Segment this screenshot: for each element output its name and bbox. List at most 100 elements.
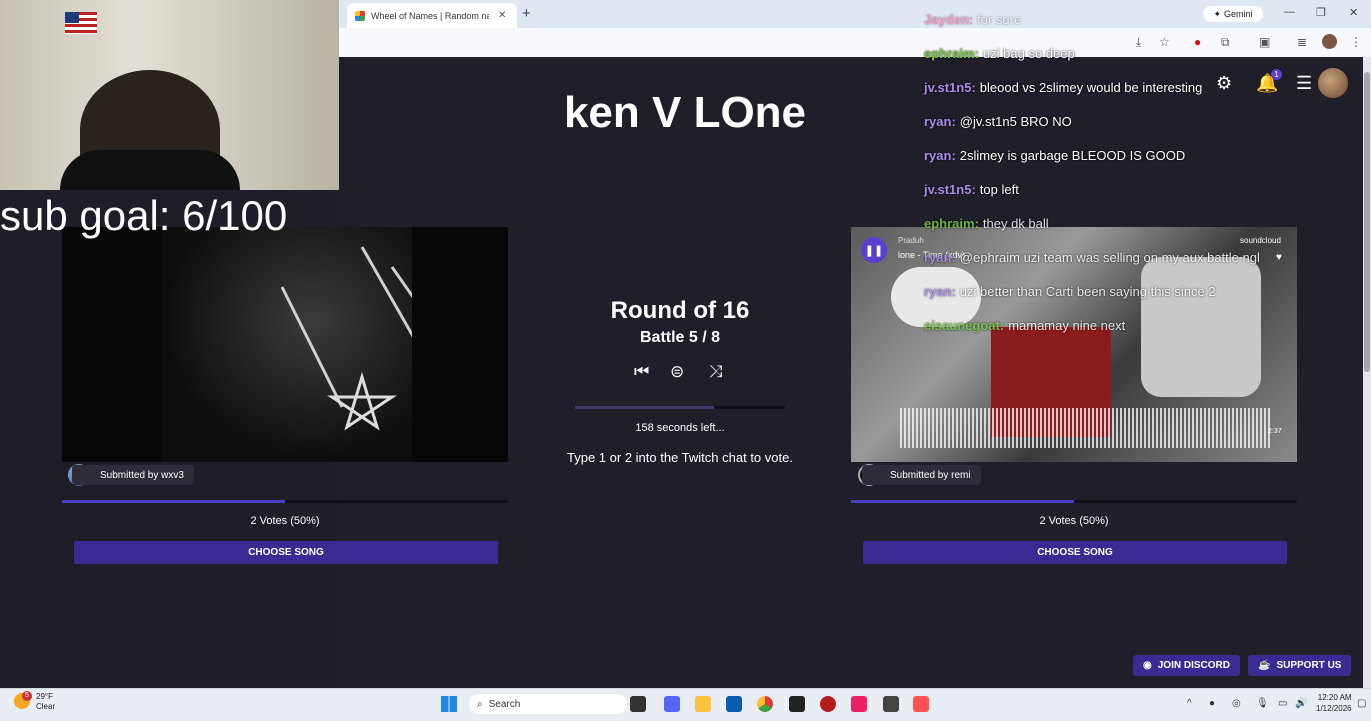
chat-text: @jv.st1n5 BRO NO [959, 114, 1072, 129]
extensions-puzzle-icon[interactable]: ⧉ [1221, 35, 1230, 50]
chat-username: ryan: [924, 284, 956, 299]
left-song-artwork[interactable] [62, 227, 508, 462]
tab-close-icon[interactable]: ✕ [498, 10, 506, 21]
choose-song-button-right[interactable]: CHOOSE SONG [863, 541, 1287, 564]
chat-message: ephraim: they dk ball [924, 216, 1049, 231]
gemini-button[interactable]: ✦ Gemini [1203, 6, 1263, 22]
weather-badge: 5 [22, 691, 32, 701]
embed-figure-right [1141, 257, 1261, 397]
previous-battle-icon[interactable]: ⏮ [634, 362, 649, 382]
like-heart-icon[interactable]: ♥ [1276, 252, 1282, 263]
join-discord-button[interactable]: ◉ JOIN DISCORD [1133, 655, 1240, 676]
tray-app-icon[interactable]: ● [1209, 698, 1215, 709]
chat-message: jv.st1n5: top left [924, 182, 1019, 197]
chat-message: Jayden: for sure [924, 12, 1021, 27]
chat-message: ryan: @ephraim uzi team was selling on my… [924, 250, 1260, 265]
app-icon-dark[interactable] [883, 696, 899, 712]
app-icon-red[interactable] [820, 696, 836, 712]
volume-icon[interactable]: 🔊 [1295, 698, 1307, 709]
bookmark-star-icon[interactable]: ☆ [1159, 35, 1170, 49]
scrollbar-thumb[interactable] [1364, 72, 1370, 372]
chat-username: ryan: [924, 114, 956, 129]
clock-date: 1/12/2026 [1316, 704, 1352, 713]
chat-username: jv.st1n5: [924, 80, 976, 95]
tray-overflow-icon[interactable]: ^ [1187, 698, 1192, 709]
microphone-icon[interactable]: 🎙 [1256, 698, 1269, 709]
taskbar-clock[interactable]: 12:20 AM 1/12/2026 [1316, 692, 1352, 714]
user-avatar[interactable] [1318, 68, 1348, 98]
windows-taskbar [0, 688, 1371, 721]
player-artist[interactable]: Praduh [898, 236, 924, 245]
weather-widget[interactable]: 29°F Clear [36, 692, 55, 712]
settings-gear-icon[interactable]: ⚙ [1216, 73, 1232, 94]
chat-username: ryan: [924, 250, 956, 265]
chat-username: ephraim: [924, 46, 979, 61]
support-us-button[interactable]: ☕ SUPPORT US [1248, 655, 1352, 676]
windows-start-icon[interactable] [441, 696, 457, 712]
display-icon[interactable]: ▭ [1278, 698, 1287, 709]
vote-bar-fill-left [62, 500, 285, 503]
close-window-button[interactable]: ✕ [1349, 6, 1358, 19]
opera-extension-icon[interactable]: ● [1194, 35, 1201, 49]
join-discord-label: JOIN DISCORD [1157, 660, 1230, 671]
chrome-icon[interactable] [757, 696, 773, 712]
time-left: 158 seconds left... [635, 422, 725, 434]
file-explorer-icon[interactable] [695, 696, 711, 712]
taskbar-search[interactable]: ⌕ Search [469, 694, 627, 714]
split-view-icon[interactable]: ▣ [1259, 35, 1270, 49]
submitter-name-left: Submitted by wxv3 [100, 469, 184, 481]
minimize-button[interactable]: — [1284, 6, 1295, 18]
vote-bar-left [62, 500, 508, 503]
browser-menu-icon[interactable]: ⋮ [1350, 35, 1362, 49]
submitted-by-left: Submitted by wxv3 [72, 465, 194, 485]
artwork-image [162, 227, 464, 462]
chat-username: eisaunegoat: [924, 318, 1005, 333]
chat-text: uzi better than Carti been saying this s… [959, 284, 1216, 299]
chat-text: bleood vs 2slimey would be interesting [979, 80, 1203, 95]
install-app-icon[interactable]: ⤓ [1136, 35, 1141, 50]
restore-button[interactable]: ❐ [1316, 6, 1326, 19]
notifications-icon[interactable]: ▢ [1357, 698, 1366, 709]
hamburger-menu-icon[interactable]: ☰ [1296, 73, 1312, 94]
tab-title: Wheel of Names | Random name picker [371, 10, 489, 21]
app-icon-text[interactable] [913, 696, 929, 712]
soundcloud-logo[interactable]: soundcloud [1240, 236, 1281, 245]
chat-message: ryan: @jv.st1n5 BRO NO [924, 114, 1072, 129]
discord-taskbar-icon[interactable] [664, 696, 680, 712]
chat-message: jv.st1n5: bleood vs 2slimey would be inte… [924, 80, 1202, 95]
flag-canton [65, 12, 79, 23]
chat-message: ephraim: uzi bag so deep [924, 46, 1075, 61]
tiktok-icon[interactable] [851, 696, 867, 712]
epic-games-icon[interactable] [789, 696, 805, 712]
waveform[interactable] [900, 408, 1270, 448]
streamer-shirt [60, 150, 240, 190]
battle-label: Battle 5 / 8 [639, 329, 721, 346]
gemini-label: Gemini [1224, 9, 1253, 19]
chat-text: 2slimey is garbage BLEOOD IS GOOD [959, 148, 1186, 163]
store-icon[interactable] [726, 696, 742, 712]
chat-username: jv.st1n5: [924, 182, 976, 197]
support-us-label: SUPPORT US [1276, 660, 1342, 671]
search-icon: ⌕ [477, 698, 483, 710]
clock-time: 12:20 AM [1317, 693, 1352, 702]
chat-username: ryan: [924, 148, 956, 163]
browser-tab[interactable]: Wheel of Names | Random name picker ✕ [347, 3, 517, 28]
tray-network-icon[interactable]: ◎ [1232, 698, 1241, 709]
coin-icon[interactable]: ⊜ [670, 362, 684, 382]
player-duration: 2:37 [1268, 428, 1282, 435]
address-bar[interactable] [339, 28, 1371, 58]
chat-text: for sure [977, 12, 1022, 27]
notification-badge: 1 [1271, 69, 1282, 80]
sub-goal-counter: sub goal: 6/100 [0, 192, 288, 239]
new-tab-button[interactable]: + [522, 5, 531, 22]
profile-avatar[interactable] [1322, 34, 1337, 49]
timer-bar-fill [575, 406, 714, 409]
chat-text: top left [979, 182, 1019, 197]
matchup-title: ken V LOne [563, 88, 807, 137]
reading-list-icon[interactable]: ≣ [1297, 35, 1307, 49]
choose-song-button-left[interactable]: CHOOSE SONG [74, 541, 498, 564]
shuffle-icon[interactable]: ⤨ [709, 362, 723, 382]
coffee-icon: ☕ [1258, 660, 1271, 671]
task-view-icon[interactable] [630, 696, 646, 712]
pause-button[interactable]: ❚❚ [861, 237, 887, 263]
